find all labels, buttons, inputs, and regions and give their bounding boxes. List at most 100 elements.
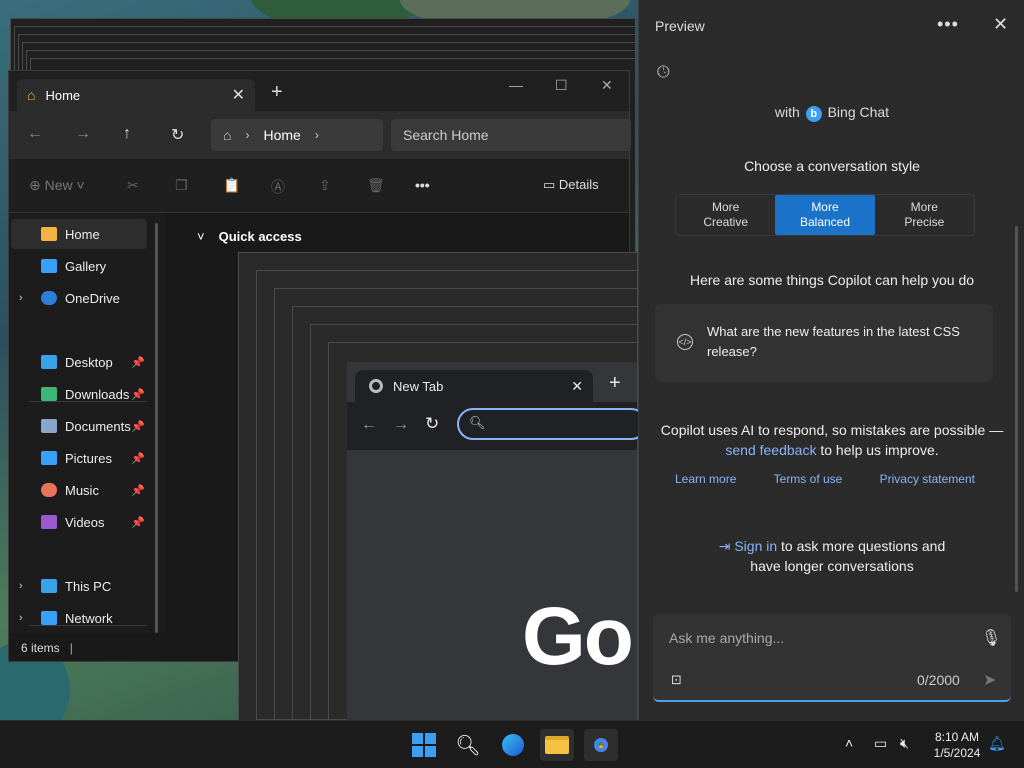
sidebar-item-gallery[interactable]: Gallery [11,251,147,281]
chat-input-box[interactable]: Ask me anything... 🎙︎ ⊡ 0/2000 ➤ [653,614,1011,702]
forward-arrow-icon[interactable]: → [75,125,91,143]
pin-icon[interactable]: 📌 [131,452,145,465]
maximize-button[interactable]: ☐ [555,77,568,94]
network-status-icon[interactable]: ▭ [874,735,887,752]
more-options-icon[interactable]: ••• [937,14,959,35]
reload-icon[interactable]: ↻ [425,414,439,434]
omnibox-input[interactable]: 🔍︎ [457,408,647,440]
close-tab-icon[interactable]: ✕ [232,85,245,105]
chrome-tab-new-tab[interactable]: New Tab ✕ [355,370,593,402]
sidebar-item-desktop[interactable]: Desktop 📌 [11,347,147,377]
google-logo: Go [522,591,634,682]
desktop-icon [41,355,57,369]
close-tab-icon[interactable]: ✕ [571,378,583,395]
style-creative-button[interactable]: More Creative [676,195,775,235]
status-bar: 6 items | [21,641,73,655]
sign-in-icon: ⇥ [718,538,731,554]
explorer-tab-home[interactable]: ⌂ Home ✕ [17,79,255,111]
learn-more-link[interactable]: Learn more [675,472,736,486]
style-heading: Choose a conversation style [744,158,920,174]
send-feedback-link[interactable]: send feedback [725,442,816,458]
delete-icon[interactable]: 🗑 [367,177,385,194]
chevron-right-icon[interactable]: › [19,612,23,624]
search-input[interactable]: Search Home [391,119,631,151]
sidebar-item-label: Desktop [65,354,113,370]
chat-input[interactable]: Ask me anything... [669,630,784,646]
history-icon[interactable]: 🕓︎ [657,64,670,82]
help-heading: Here are some things Copilot can help yo… [689,272,975,288]
sidebar-item-label: Gallery [65,258,107,274]
privacy-statement-link[interactable]: Privacy statement [880,472,975,486]
pin-icon[interactable]: 📌 [131,420,145,433]
new-tab-button[interactable]: + [609,373,621,393]
new-tab-button[interactable]: + [271,82,283,102]
pin-icon[interactable]: 📌 [131,516,145,529]
suggestion-card[interactable]: </> What are the new features in the lat… [655,304,993,382]
minimize-button[interactable]: — [509,77,523,93]
paste-icon[interactable]: 📋 [223,177,240,194]
style-balanced-button[interactable]: More Balanced [775,195,875,235]
more-options-icon[interactable]: ••• [415,177,430,193]
chevron-right-icon[interactable]: › [19,292,23,304]
details-button[interactable]: ▭ Details [543,177,599,193]
cloud-icon [41,291,57,305]
rename-icon[interactable]: Ⓐ [271,177,285,197]
sidebar-item-network[interactable]: › Network [11,603,147,633]
sidebar-item-this-pc[interactable]: › This PC [11,571,147,601]
refresh-icon[interactable]: ↻ [171,125,184,145]
sidebar-item-label: OneDrive [65,290,120,306]
panel-scrollbar[interactable] [1015,226,1018,592]
chevron-right-icon[interactable]: › [19,580,23,592]
sidebar-item-music[interactable]: Music 📌 [11,475,147,505]
conversation-style-selector: More Creative More Balanced More Precise [675,194,975,236]
notification-bell-icon[interactable]: 🔔︎ [988,735,1006,752]
screenshot-icon[interactable]: ⊡ [671,672,682,688]
sidebar-item-videos[interactable]: Videos 📌 [11,507,147,537]
share-icon[interactable]: ⇪ [319,177,331,194]
address-bar[interactable]: ⌂ › Home › [211,119,383,151]
chrome-window: New Tab ✕ + ← → ↻ 🔍︎ Go [347,362,647,720]
new-button[interactable]: ⊕ New ˅ [29,177,85,194]
style-precise-button[interactable]: More Precise [875,195,974,235]
cut-icon[interactable]: ✂ [127,177,139,194]
chevron-right-icon: › [314,128,319,142]
volume-muted-icon[interactable]: 🔇︎ [900,735,909,752]
search-icon[interactable]: 🔍︎ [451,729,485,761]
pin-icon[interactable]: 📌 [131,388,145,401]
back-arrow-icon[interactable]: ← [361,416,377,434]
sidebar-item-pictures[interactable]: Pictures 📌 [11,443,147,473]
terms-of-use-link[interactable]: Terms of use [774,472,843,486]
chevron-up-icon[interactable]: ˄ [845,735,853,751]
address-crumb-home[interactable]: Home [263,127,300,143]
quick-access-header[interactable]: ˅ Quick access [197,229,302,244]
sidebar-item-label: Videos [65,514,105,530]
sidebar-item-downloads[interactable]: Downloads 📌 [11,379,147,409]
send-icon[interactable]: ➤ [983,670,996,690]
edge-preview-icon[interactable] [496,729,530,761]
disclaimer-text: Copilot uses AI to respond, so mistakes … [660,422,1004,438]
new-tab-page: Go [347,450,637,720]
brand-name: Bing Chat [827,104,890,120]
start-button[interactable] [407,729,441,761]
bing-icon: b [805,106,822,122]
sidebar-item-documents[interactable]: Documents 📌 [11,411,147,441]
document-icon [41,419,57,433]
sidebar-item-home[interactable]: Home [11,219,147,249]
close-icon[interactable]: ✕ [993,14,1008,35]
style-line1: More [910,200,938,214]
clock-date: 1/5/2024 [933,746,981,760]
microphone-icon[interactable]: 🎙︎ [981,628,1001,648]
system-clock[interactable]: 8:10 AM 1/5/2024 [926,729,988,761]
up-arrow-icon[interactable]: ↑ [123,125,131,143]
forward-arrow-icon[interactable]: → [393,416,409,434]
sign-in-link[interactable]: Sign in [734,538,777,554]
chrome-icon[interactable] [584,729,618,761]
sidebar-scrollbar[interactable] [155,223,158,633]
pin-icon[interactable]: 📌 [131,356,145,369]
pin-icon[interactable]: 📌 [131,484,145,497]
close-window-button[interactable]: ✕ [601,77,613,94]
back-arrow-icon[interactable]: ← [27,125,43,143]
sidebar-item-onedrive[interactable]: › OneDrive [11,283,147,313]
file-explorer-icon[interactable] [540,729,574,761]
copy-icon[interactable]: ❐ [175,177,188,194]
